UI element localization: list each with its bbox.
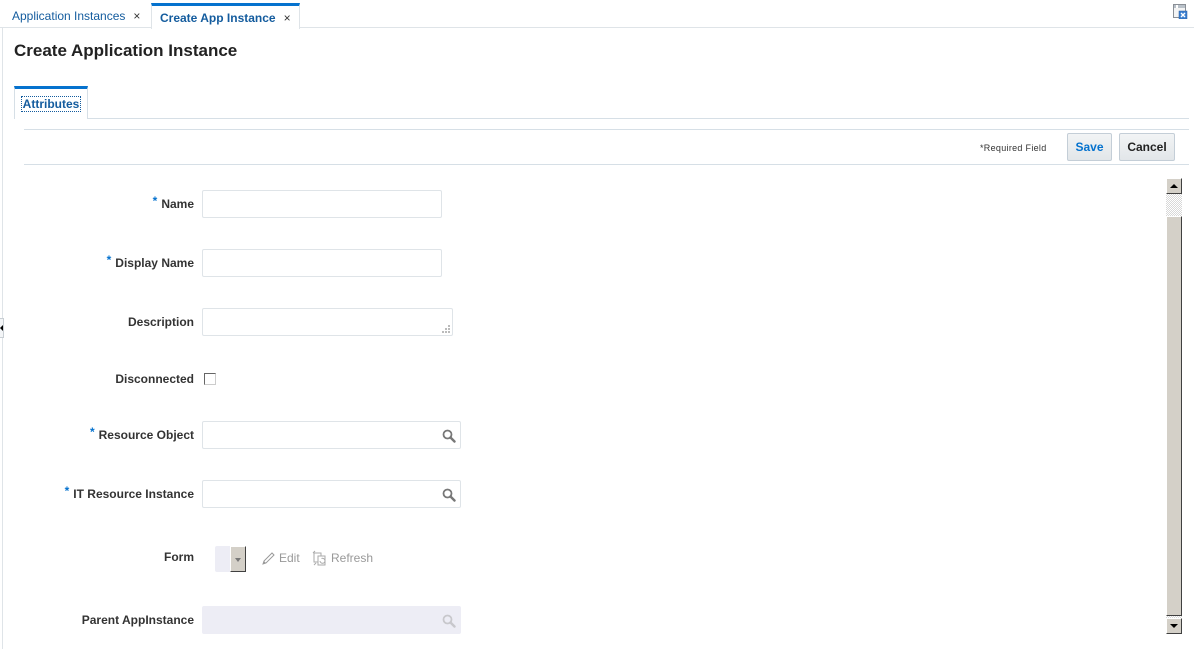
page-title: Create Application Instance <box>14 41 238 60</box>
subtab-bar: Attributes <box>14 86 1189 119</box>
toolbar-divider-top <box>24 129 1189 130</box>
tab-attributes[interactable]: Attributes <box>14 86 88 119</box>
name-label-text: Name <box>161 197 194 211</box>
parent-appinstance-input[interactable] <box>202 606 461 634</box>
tab-label: Create App Instance <box>160 10 276 25</box>
required-marker: * <box>89 425 95 439</box>
required-marker: * <box>106 253 112 267</box>
name-label: * Name <box>153 190 194 218</box>
resource-object-label: * Resource Object <box>90 421 194 449</box>
required-marker: * <box>152 194 158 208</box>
form-row-display-name: * Display Name <box>0 249 480 277</box>
edit-label: Edit <box>279 551 300 565</box>
close-tab-icon[interactable]: × <box>284 12 291 24</box>
form-label: Form <box>164 543 194 571</box>
detach-window-icon[interactable] <box>1172 3 1188 19</box>
form-row-disconnected: Disconnected <box>0 365 480 393</box>
display-name-label-text: Display Name <box>115 256 194 270</box>
form-select[interactable] <box>215 546 246 572</box>
it-resource-instance-label: * IT Resource Instance <box>65 480 194 508</box>
edit-button[interactable]: Edit <box>261 550 300 566</box>
toolbar-divider-bottom <box>24 164 1189 165</box>
form-row-parent-appinstance: Parent AppInstance <box>0 606 480 634</box>
vertical-scrollbar[interactable] <box>1166 178 1182 634</box>
tab-application-instances[interactable]: Application Instances × <box>6 3 146 28</box>
resource-object-label-text: Resource Object <box>98 428 194 442</box>
pencil-icon <box>262 551 275 565</box>
tab-create-app-instance[interactable]: Create App Instance × <box>151 3 300 29</box>
required-marker: * <box>64 484 70 498</box>
scroll-down-icon[interactable] <box>1166 618 1182 634</box>
tab-label: Application Instances <box>12 8 126 23</box>
tab-attributes-label: Attributes <box>20 96 82 112</box>
save-button[interactable]: Save <box>1067 133 1112 161</box>
it-resource-instance-label-text: IT Resource Instance <box>73 487 194 501</box>
refresh-icon <box>312 550 326 566</box>
required-field-note: *Required Field <box>980 143 1047 153</box>
document-tab-bar: Application Instances × Create App Insta… <box>0 0 1194 29</box>
close-tab-icon[interactable]: × <box>133 10 140 22</box>
search-icon[interactable] <box>442 488 456 502</box>
search-icon[interactable] <box>442 429 456 443</box>
refresh-label: Refresh <box>331 551 374 565</box>
display-name-label: * Display Name <box>107 249 194 277</box>
form-row-name: * Name <box>0 190 480 218</box>
disconnected-label: Disconnected <box>115 365 194 393</box>
resize-grip-icon[interactable] <box>440 323 450 333</box>
description-textarea[interactable] <box>202 308 453 336</box>
scroll-up-icon[interactable] <box>1166 178 1182 194</box>
parent-appinstance-label-text: Parent AppInstance <box>81 613 194 627</box>
form-row-form: Form Edit Refresh <box>0 543 480 572</box>
search-icon <box>442 614 456 628</box>
description-label: Description <box>128 308 194 336</box>
form-label-text: Form <box>164 550 194 564</box>
chevron-down-icon[interactable] <box>230 546 246 572</box>
form-row-it-resource-instance: * IT Resource Instance <box>0 480 480 508</box>
disconnected-label-text: Disconnected <box>115 372 194 386</box>
form-row-resource-object: * Resource Object <box>0 421 480 449</box>
resource-object-input[interactable] <box>202 421 461 449</box>
cancel-button[interactable]: Cancel <box>1119 133 1175 161</box>
name-input[interactable] <box>202 190 442 218</box>
display-name-input[interactable] <box>202 249 442 277</box>
refresh-button[interactable]: Refresh <box>312 550 373 566</box>
disconnected-checkbox[interactable] <box>204 373 216 385</box>
it-resource-instance-input[interactable] <box>202 480 461 508</box>
scrollbar-thumb[interactable] <box>1166 216 1182 616</box>
parent-appinstance-label: Parent AppInstance <box>82 606 194 634</box>
description-label-text: Description <box>127 315 194 329</box>
form-row-description: Description <box>0 308 480 336</box>
